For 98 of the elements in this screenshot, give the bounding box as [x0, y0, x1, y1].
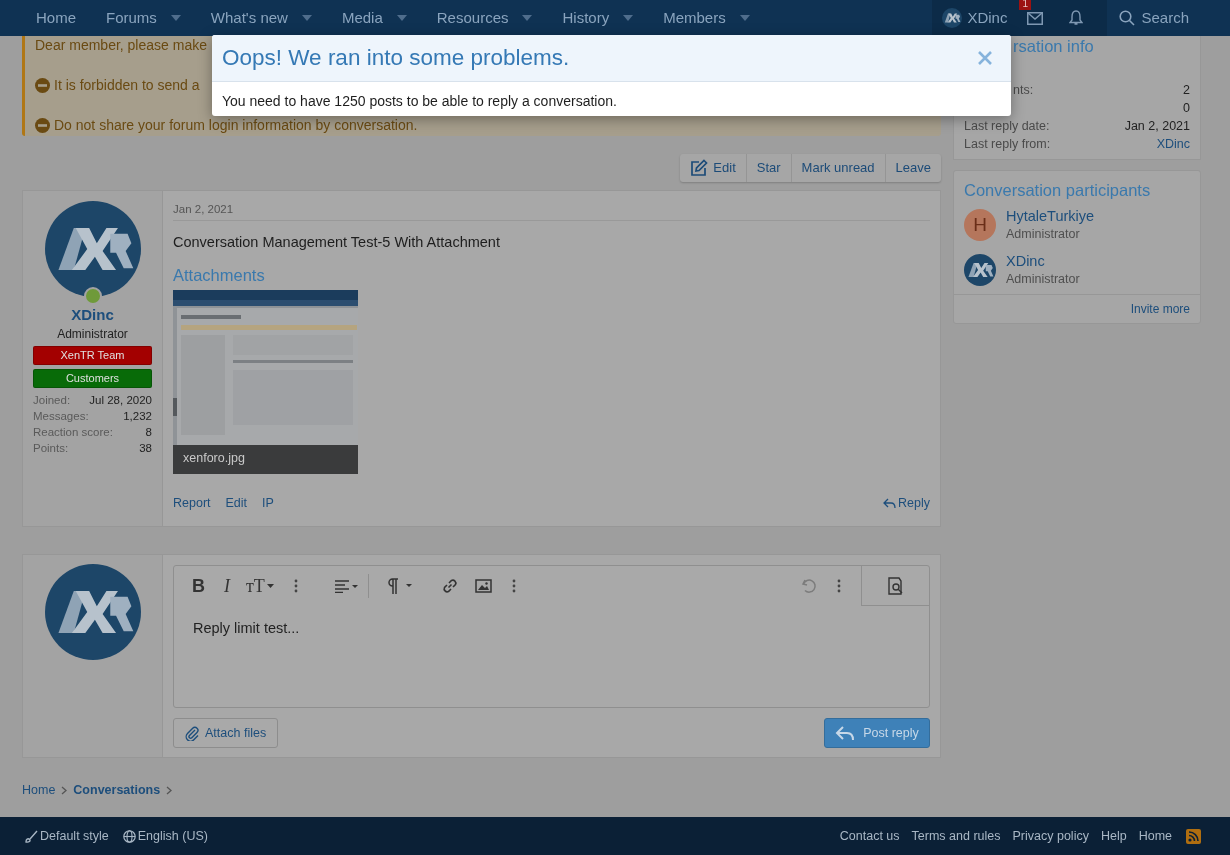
user-role: Administrator — [1006, 226, 1081, 243]
close-icon — [977, 50, 993, 66]
caret-icon — [266, 584, 274, 588]
footer-link[interactable]: Home — [1138, 826, 1172, 846]
envelope-icon[interactable] — [1027, 11, 1044, 25]
bell-icon[interactable] — [1069, 10, 1084, 26]
nav-tab[interactable]: Forums — [96, 6, 191, 30]
paperclip-icon — [185, 725, 199, 741]
reply-icon — [835, 725, 856, 741]
dialog-title: Oops! We ran into some problems. — [222, 44, 571, 73]
panel-heading: rsation info — [1012, 36, 1095, 56]
info-label: Last reply date: — [964, 118, 1050, 135]
stat-label: Reaction score: — [33, 425, 113, 440]
nav-tab[interactable]: What's new — [200, 6, 322, 30]
footer-link[interactable]: English (US) — [122, 826, 208, 846]
notice-text: It is forbidden to send a — [54, 76, 200, 94]
nav-tab[interactable]: History — [552, 6, 644, 30]
globe-icon — [122, 829, 136, 843]
chevron-icon — [61, 785, 68, 795]
avatar-icon — [942, 8, 963, 28]
user-account-link[interactable]: XDinc — [940, 6, 1010, 30]
post-date: Jan 2, 2021 — [173, 202, 930, 221]
notice-text: Do not share your forum login information by conversation. — [54, 116, 418, 134]
user-title: Administrator — [57, 327, 128, 342]
stat-value: 38 — [139, 441, 152, 456]
toolbar-button[interactable]: Star — [745, 154, 791, 182]
username-link[interactable]: XDinc — [71, 306, 114, 324]
breadcrumb-link[interactable]: Home — [22, 781, 56, 800]
stat-label: Messages: — [33, 409, 89, 424]
attachment-filename: xenforo.jpg — [183, 450, 245, 468]
paragraph-icon[interactable] — [386, 578, 413, 594]
reply-link[interactable]: Reply — [883, 494, 930, 513]
stat-value: 8 — [145, 425, 152, 440]
align-icon[interactable] — [333, 579, 358, 593]
avatar-letter: H — [964, 209, 996, 241]
user-banner: XenTR Team — [33, 346, 152, 365]
user-link[interactable]: XDinc — [1006, 252, 1080, 270]
brush-icon — [25, 829, 38, 843]
footer-link[interactable]: Help — [1100, 826, 1127, 846]
link-icon[interactable] — [440, 577, 459, 595]
user-banner: Customers — [33, 369, 152, 388]
no-entry-icon — [35, 77, 50, 93]
editor-text: Reply limit test... — [192, 619, 301, 638]
stat-label: Joined: — [33, 393, 71, 408]
search-icon — [1119, 10, 1136, 26]
nav-tab[interactable]: Home — [26, 6, 86, 30]
info-label: nts: — [1012, 82, 1034, 99]
user-role: Administrator — [1006, 271, 1080, 288]
info-value: 2 — [1183, 82, 1190, 99]
more-icon[interactable] — [293, 579, 298, 593]
breadcrumb-link[interactable]: Conversations — [73, 781, 161, 800]
nav-tab[interactable]: Media — [331, 6, 417, 30]
user-link[interactable]: HytaleTurkiye — [1006, 207, 1095, 225]
chevron-icon — [166, 785, 173, 795]
info-value: 0 — [1183, 100, 1190, 117]
image-icon[interactable] — [474, 579, 492, 593]
notice-text: Dear member, please make — [35, 36, 208, 54]
invite-link[interactable]: Invite more — [1130, 300, 1190, 318]
message-text: Conversation Management Test-5 With Attachment — [173, 233, 501, 251]
notification-badge: 1 — [1019, 0, 1032, 10]
footer-link[interactable]: Contact us — [839, 826, 900, 846]
bold-button[interactable]: B — [192, 577, 205, 595]
avatar-icon — [964, 254, 996, 286]
nav-tab[interactable]: Members — [653, 6, 760, 30]
toolbar-button[interactable]: Mark unread — [790, 154, 885, 182]
nav-tab[interactable]: Resources — [426, 6, 543, 30]
reply-icon — [883, 498, 897, 510]
footer-link[interactable]: Default style — [25, 826, 109, 846]
stat-label: Points: — [33, 441, 69, 456]
edit-icon — [690, 159, 709, 177]
editor-field[interactable]: B I тT Reply limit test... — [173, 565, 930, 708]
search-button[interactable]: Search — [1107, 0, 1201, 36]
rss-icon[interactable] — [1186, 828, 1201, 844]
footer-link[interactable]: Privacy policy — [1012, 826, 1089, 846]
italic-button[interactable]: I — [224, 577, 230, 595]
text-size-button[interactable]: тT — [246, 577, 274, 595]
info-label: Last reply from: — [964, 136, 1051, 153]
dialog-message: You need to have 1250 posts to be able to reply a conversation. — [221, 92, 618, 111]
stat-value: 1,232 — [123, 409, 152, 424]
user-link[interactable]: XDinc — [1156, 135, 1190, 153]
toolbar-button[interactable]: Edit — [680, 154, 746, 182]
avatar-icon — [44, 564, 141, 660]
no-entry-icon — [35, 117, 50, 133]
preview-icon[interactable] — [886, 576, 905, 595]
attachments-heading: Attachments — [173, 265, 266, 285]
post-action-link[interactable]: Edit — [225, 494, 248, 513]
post-action-link[interactable]: Report — [173, 494, 211, 513]
more-icon[interactable] — [511, 579, 516, 593]
more-icon[interactable] — [837, 579, 841, 593]
info-value: Jan 2, 2021 — [1124, 118, 1190, 135]
post-reply-button[interactable]: Post reply — [824, 718, 930, 748]
avatar-icon — [44, 201, 141, 297]
footer-link[interactable]: Terms and rules — [911, 826, 1001, 846]
toolbar-button[interactable]: Leave — [884, 154, 941, 182]
stat-value: Jul 28, 2020 — [89, 393, 152, 408]
panel-heading: Conversation participants — [963, 180, 1152, 200]
attach-files-button[interactable]: Attach files — [173, 718, 279, 748]
post-action-link[interactable]: IP — [262, 494, 274, 513]
